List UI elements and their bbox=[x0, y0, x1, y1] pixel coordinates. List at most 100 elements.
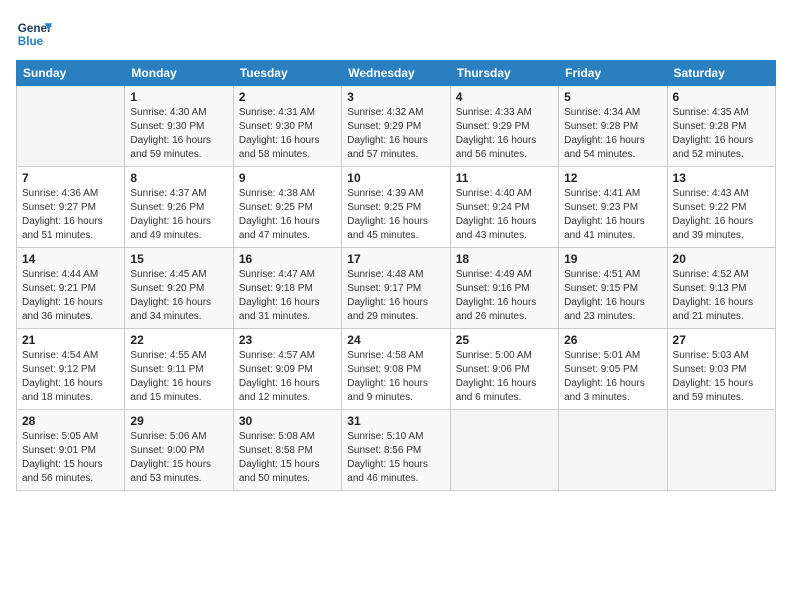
day-number: 10 bbox=[347, 171, 444, 185]
day-content: Sunrise: 4:47 AM Sunset: 9:18 PM Dayligh… bbox=[239, 268, 336, 324]
day-content: Sunrise: 4:55 AM Sunset: 9:11 PM Dayligh… bbox=[130, 349, 227, 405]
calendar-cell: 21 Sunrise: 4:54 AM Sunset: 9:12 PM Dayli… bbox=[17, 329, 125, 410]
day-content: Sunrise: 4:54 AM Sunset: 9:12 PM Dayligh… bbox=[22, 349, 119, 405]
col-header-friday: Friday bbox=[559, 61, 667, 86]
calendar-cell: 19 Sunrise: 4:51 AM Sunset: 9:15 PM Dayli… bbox=[559, 248, 667, 329]
calendar-cell: 27 Sunrise: 5:03 AM Sunset: 9:03 PM Dayli… bbox=[667, 329, 775, 410]
calendar-cell bbox=[559, 410, 667, 491]
day-content: Sunrise: 4:58 AM Sunset: 9:08 PM Dayligh… bbox=[347, 349, 444, 405]
calendar-week-row: 21 Sunrise: 4:54 AM Sunset: 9:12 PM Dayli… bbox=[17, 329, 776, 410]
day-content: Sunrise: 5:05 AM Sunset: 9:01 PM Dayligh… bbox=[22, 430, 119, 486]
day-number: 3 bbox=[347, 90, 444, 104]
day-number: 27 bbox=[673, 333, 770, 347]
calendar-cell: 11Sunrise: 4:40 AM Sunset: 9:24 PM Dayli… bbox=[450, 167, 558, 248]
day-content: Sunrise: 4:52 AM Sunset: 9:13 PM Dayligh… bbox=[673, 268, 770, 324]
calendar-cell: 31Sunrise: 5:10 AM Sunset: 8:56 PM Dayli… bbox=[342, 410, 450, 491]
col-header-monday: Monday bbox=[125, 61, 233, 86]
day-number: 13 bbox=[673, 171, 770, 185]
day-number: 25 bbox=[456, 333, 553, 347]
day-number: 28 bbox=[22, 414, 119, 428]
day-content: Sunrise: 4:36 AM Sunset: 9:27 PM Dayligh… bbox=[22, 187, 119, 243]
calendar-cell: 26 Sunrise: 5:01 AM Sunset: 9:05 PM Dayli… bbox=[559, 329, 667, 410]
day-content: Sunrise: 4:51 AM Sunset: 9:15 PM Dayligh… bbox=[564, 268, 661, 324]
calendar-week-row: 14 Sunrise: 4:44 AM Sunset: 9:21 PM Dayli… bbox=[17, 248, 776, 329]
day-content: Sunrise: 5:06 AM Sunset: 9:00 PM Dayligh… bbox=[130, 430, 227, 486]
day-content: Sunrise: 4:32 AM Sunset: 9:29 PM Dayligh… bbox=[347, 106, 444, 162]
day-content: Sunrise: 4:30 AM Sunset: 9:30 PM Dayligh… bbox=[130, 106, 227, 162]
day-number: 26 bbox=[564, 333, 661, 347]
day-number: 11 bbox=[456, 171, 553, 185]
calendar-cell bbox=[667, 410, 775, 491]
day-number: 8 bbox=[130, 171, 227, 185]
day-content: Sunrise: 4:44 AM Sunset: 9:21 PM Dayligh… bbox=[22, 268, 119, 324]
calendar-cell: 12 Sunrise: 4:41 AM Sunset: 9:23 PM Dayli… bbox=[559, 167, 667, 248]
day-content: Sunrise: 4:37 AM Sunset: 9:26 PM Dayligh… bbox=[130, 187, 227, 243]
day-number: 12 bbox=[564, 171, 661, 185]
calendar-cell: 8 Sunrise: 4:37 AM Sunset: 9:26 PM Daylig… bbox=[125, 167, 233, 248]
page-header: General Blue bbox=[16, 16, 776, 52]
calendar-cell: 15Sunrise: 4:45 AM Sunset: 9:20 PM Dayli… bbox=[125, 248, 233, 329]
calendar-cell: 1 Sunrise: 4:30 AM Sunset: 9:30 PM Daylig… bbox=[125, 86, 233, 167]
day-number: 15 bbox=[130, 252, 227, 266]
col-header-wednesday: Wednesday bbox=[342, 61, 450, 86]
day-number: 14 bbox=[22, 252, 119, 266]
day-number: 23 bbox=[239, 333, 336, 347]
calendar-cell: 23 Sunrise: 4:57 AM Sunset: 9:09 PM Dayli… bbox=[233, 329, 341, 410]
day-content: Sunrise: 4:34 AM Sunset: 9:28 PM Dayligh… bbox=[564, 106, 661, 162]
calendar-week-row: 7 Sunrise: 4:36 AM Sunset: 9:27 PM Daylig… bbox=[17, 167, 776, 248]
calendar-cell: 16 Sunrise: 4:47 AM Sunset: 9:18 PM Dayli… bbox=[233, 248, 341, 329]
day-number: 29 bbox=[130, 414, 227, 428]
logo: General Blue bbox=[16, 16, 52, 52]
calendar-cell: 20 Sunrise: 4:52 AM Sunset: 9:13 PM Dayli… bbox=[667, 248, 775, 329]
day-content: Sunrise: 4:48 AM Sunset: 9:17 PM Dayligh… bbox=[347, 268, 444, 324]
day-content: Sunrise: 4:41 AM Sunset: 9:23 PM Dayligh… bbox=[564, 187, 661, 243]
day-content: Sunrise: 5:03 AM Sunset: 9:03 PM Dayligh… bbox=[673, 349, 770, 405]
day-number: 22 bbox=[130, 333, 227, 347]
day-content: Sunrise: 5:08 AM Sunset: 8:58 PM Dayligh… bbox=[239, 430, 336, 486]
col-header-tuesday: Tuesday bbox=[233, 61, 341, 86]
calendar-cell: 3 Sunrise: 4:32 AM Sunset: 9:29 PM Daylig… bbox=[342, 86, 450, 167]
day-number: 21 bbox=[22, 333, 119, 347]
day-number: 17 bbox=[347, 252, 444, 266]
calendar-cell: 28 Sunrise: 5:05 AM Sunset: 9:01 PM Dayli… bbox=[17, 410, 125, 491]
calendar-cell: 25Sunrise: 5:00 AM Sunset: 9:06 PM Dayli… bbox=[450, 329, 558, 410]
day-content: Sunrise: 4:33 AM Sunset: 9:29 PM Dayligh… bbox=[456, 106, 553, 162]
day-content: Sunrise: 4:38 AM Sunset: 9:25 PM Dayligh… bbox=[239, 187, 336, 243]
day-number: 1 bbox=[130, 90, 227, 104]
day-content: Sunrise: 5:01 AM Sunset: 9:05 PM Dayligh… bbox=[564, 349, 661, 405]
day-number: 5 bbox=[564, 90, 661, 104]
calendar-table: SundayMondayTuesdayWednesdayThursdayFrid… bbox=[16, 60, 776, 491]
day-content: Sunrise: 4:35 AM Sunset: 9:28 PM Dayligh… bbox=[673, 106, 770, 162]
day-number: 18 bbox=[456, 252, 553, 266]
day-content: Sunrise: 4:31 AM Sunset: 9:30 PM Dayligh… bbox=[239, 106, 336, 162]
day-number: 6 bbox=[673, 90, 770, 104]
calendar-cell: 10 Sunrise: 4:39 AM Sunset: 9:25 PM Dayli… bbox=[342, 167, 450, 248]
day-number: 20 bbox=[673, 252, 770, 266]
day-number: 16 bbox=[239, 252, 336, 266]
calendar-cell: 6 Sunrise: 4:35 AM Sunset: 9:28 PM Daylig… bbox=[667, 86, 775, 167]
day-number: 31 bbox=[347, 414, 444, 428]
calendar-cell: 29 Sunrise: 5:06 AM Sunset: 9:00 PM Dayli… bbox=[125, 410, 233, 491]
calendar-cell: 13 Sunrise: 4:43 AM Sunset: 9:22 PM Dayli… bbox=[667, 167, 775, 248]
col-header-thursday: Thursday bbox=[450, 61, 558, 86]
calendar-week-row: 1 Sunrise: 4:30 AM Sunset: 9:30 PM Daylig… bbox=[17, 86, 776, 167]
calendar-cell: 18 Sunrise: 4:49 AM Sunset: 9:16 PM Dayli… bbox=[450, 248, 558, 329]
calendar-week-row: 28 Sunrise: 5:05 AM Sunset: 9:01 PM Dayli… bbox=[17, 410, 776, 491]
day-number: 4 bbox=[456, 90, 553, 104]
calendar-cell: 5 Sunrise: 4:34 AM Sunset: 9:28 PM Daylig… bbox=[559, 86, 667, 167]
day-number: 19 bbox=[564, 252, 661, 266]
day-content: Sunrise: 4:57 AM Sunset: 9:09 PM Dayligh… bbox=[239, 349, 336, 405]
calendar-header-row: SundayMondayTuesdayWednesdayThursdayFrid… bbox=[17, 61, 776, 86]
day-content: Sunrise: 4:49 AM Sunset: 9:16 PM Dayligh… bbox=[456, 268, 553, 324]
calendar-cell: 7 Sunrise: 4:36 AM Sunset: 9:27 PM Daylig… bbox=[17, 167, 125, 248]
calendar-cell: 2Sunrise: 4:31 AM Sunset: 9:30 PM Daylig… bbox=[233, 86, 341, 167]
day-content: Sunrise: 4:39 AM Sunset: 9:25 PM Dayligh… bbox=[347, 187, 444, 243]
col-header-saturday: Saturday bbox=[667, 61, 775, 86]
day-number: 30 bbox=[239, 414, 336, 428]
day-content: Sunrise: 4:43 AM Sunset: 9:22 PM Dayligh… bbox=[673, 187, 770, 243]
col-header-sunday: Sunday bbox=[17, 61, 125, 86]
calendar-cell bbox=[17, 86, 125, 167]
calendar-cell: 22 Sunrise: 4:55 AM Sunset: 9:11 PM Dayli… bbox=[125, 329, 233, 410]
calendar-cell: 24Sunrise: 4:58 AM Sunset: 9:08 PM Dayli… bbox=[342, 329, 450, 410]
day-number: 7 bbox=[22, 171, 119, 185]
